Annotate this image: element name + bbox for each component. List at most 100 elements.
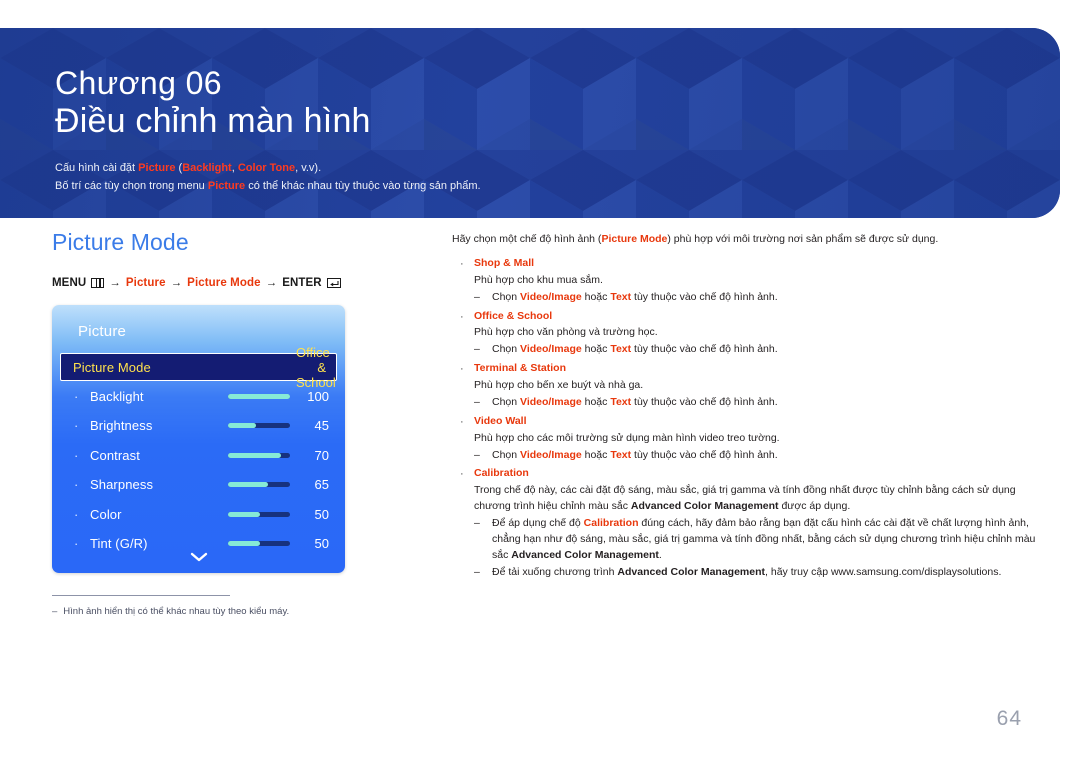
mode-subnote-text: Chọn Video/Image hoặc Text tùy thuộc vào… xyxy=(492,343,778,356)
dash-icon: ‒ xyxy=(474,517,480,530)
calibration-description: Trong chế độ này, các cài đặt độ sáng, m… xyxy=(474,484,1016,513)
footnote-divider xyxy=(52,595,230,597)
calibration-subnote-1-text: Để áp dụng chế độ Calibration đúng cách,… xyxy=(492,517,1036,561)
mode-block-video-wall: · Video Wall Phù hợp cho các môi trường … xyxy=(452,414,1052,464)
osd-row-sharpness[interactable]: · Sharpness 65 xyxy=(52,470,345,500)
mode-subnote: ‒ Chọn Video/Image hoặc Text tùy thuộc v… xyxy=(452,342,1052,358)
bullet-icon: · xyxy=(460,468,464,481)
dash-icon: ‒ xyxy=(474,395,480,408)
mode-heading-row: · Video Wall xyxy=(452,414,1052,431)
osd-row-label: Brightness xyxy=(90,418,153,434)
hl-picture-mode: Picture Mode xyxy=(601,233,668,245)
hl-text: Text xyxy=(610,448,632,461)
mode-subnote: ‒ Chọn Video/Image hoặc Text tùy thuộc v… xyxy=(452,290,1052,306)
hl-backlight: Backlight xyxy=(182,161,232,174)
enter-return-icon xyxy=(326,278,341,289)
osd-panel-title: Picture xyxy=(78,323,127,341)
bullet-icon: · xyxy=(460,310,464,323)
osd-bullet: · xyxy=(74,536,79,552)
breadcrumb-arrow-3: → xyxy=(265,277,278,290)
breadcrumb-item-picture[interactable]: Picture xyxy=(126,277,166,289)
breadcrumb-arrow-2: → xyxy=(170,277,183,290)
osd-row-color[interactable]: · Color 50 xyxy=(52,499,345,529)
breadcrumb-arrow-1: → xyxy=(109,277,121,290)
mode-heading-row: · Shop & Mall xyxy=(452,256,1052,273)
breadcrumb-enter-label: ENTER xyxy=(282,277,322,290)
mode-name: Terminal & Station xyxy=(474,362,566,375)
mode-subnote: ‒ Chọn Video/Image hoặc Text tùy thuộc v… xyxy=(452,448,1052,464)
chapter-label: Chương 06 xyxy=(55,65,222,101)
hl-text: Text xyxy=(610,395,632,408)
osd-row-backlight[interactable]: · Backlight 100 xyxy=(52,381,345,411)
chevron-down-icon xyxy=(190,553,207,562)
banner-subtitle: Cấu hình cài đặt Picture (Backlight, Col… xyxy=(55,159,481,195)
osd-bullet: · xyxy=(74,388,79,404)
right-column: Hãy chọn một chế độ hình ảnh (Picture Mo… xyxy=(452,232,1052,584)
footnote-label: Hình ảnh hiển thị có thể khác nhau tùy t… xyxy=(63,606,290,618)
page-title: Picture Mode xyxy=(52,229,189,255)
mode-name: Calibration xyxy=(474,467,529,480)
osd-slider-color[interactable] xyxy=(228,511,290,517)
osd-row-label: Picture Mode xyxy=(73,359,151,375)
page-number: 64 xyxy=(996,707,1022,730)
dash-icon: ‒ xyxy=(474,343,480,356)
osd-slider-sharpness[interactable] xyxy=(228,482,290,488)
dash-icon: ‒ xyxy=(474,565,480,578)
osd-row-value: 45 xyxy=(314,418,329,434)
osd-row-value: 50 xyxy=(314,536,329,552)
intro-paragraph: Hãy chọn một chế độ hình ảnh (Picture Mo… xyxy=(452,233,939,245)
osd-slider-backlight[interactable] xyxy=(228,393,290,399)
mode-description: Phù hợp cho khu mua sắm. xyxy=(474,273,603,286)
dash-icon: ‒ xyxy=(474,290,480,303)
osd-scroll-down[interactable] xyxy=(52,551,345,563)
acm-bold-3: Advanced Color Management xyxy=(617,565,766,578)
hl-text: Text xyxy=(610,343,632,356)
left-column: Picture Mode MENU → Picture → Picture Mo… xyxy=(52,229,407,620)
osd-slider-brightness[interactable] xyxy=(228,423,290,429)
mode-subnote: ‒ Chọn Video/Image hoặc Text tùy thuộc v… xyxy=(452,395,1052,411)
osd-row-label: Contrast xyxy=(90,447,140,463)
footnote-item: ‒ Hình ảnh hiển thị có thể khác nhau tùy… xyxy=(52,605,312,619)
bullet-icon: · xyxy=(460,415,464,428)
osd-bullet: · xyxy=(74,506,79,522)
hl-color-tone: Color Tone xyxy=(237,161,296,174)
osd-row-label: Tint (G/R) xyxy=(90,536,148,552)
hl-picture-2: Picture xyxy=(207,179,246,192)
osd-row-contrast[interactable]: · Contrast 70 xyxy=(52,440,345,470)
hl-text: Text xyxy=(610,290,632,303)
breadcrumb-item-picture-mode[interactable]: Picture Mode xyxy=(187,277,260,289)
mode-subnote-text: Chọn Video/Image hoặc Text tùy thuộc vào… xyxy=(492,448,778,461)
osd-row-list: Picture Mode Office & School · Backlight… xyxy=(52,345,345,558)
osd-slider-tint[interactable] xyxy=(228,541,290,547)
dash-icon: ‒ xyxy=(474,448,480,461)
mode-description: Phù hợp cho các môi trường sử dụng màn h… xyxy=(474,431,780,444)
menu-grid-icon xyxy=(91,278,105,289)
osd-row-value: 50 xyxy=(314,506,329,522)
hl-picture: Picture xyxy=(138,161,176,174)
osd-row-label: Sharpness xyxy=(90,477,154,493)
hl-video-image: Video/Image xyxy=(520,290,582,303)
acm-bold-2: Advanced Color Management xyxy=(511,548,659,561)
osd-row-picture-mode[interactable]: Picture Mode Office & School xyxy=(60,345,337,390)
mode-name: Shop & Mall xyxy=(474,256,535,269)
banner-subtitle-line1: Cấu hình cài đặt Picture (Backlight, Col… xyxy=(55,161,322,174)
osd-slider-contrast[interactable] xyxy=(228,452,290,458)
breadcrumb: MENU → Picture → Picture Mode → ENTER xyxy=(52,277,407,289)
footnote: ‒ Hình ảnh hiển thị có thể khác nhau tùy… xyxy=(52,595,312,619)
footnote-dash: ‒ xyxy=(52,606,58,618)
mode-block-shop-mall: · Shop & Mall Phù hợp cho khu mua sắm. ‒… xyxy=(452,256,1052,306)
osd-row-brightness[interactable]: · Brightness 45 xyxy=(52,411,345,441)
osd-bullet: · xyxy=(74,477,79,493)
mode-name: Office & School xyxy=(474,309,553,322)
osd-row-value: 65 xyxy=(314,477,329,493)
mode-block-office-school: · Office & School Phù hợp cho văn phòng … xyxy=(452,309,1052,359)
mode-block-calibration: · Calibration Trong chế độ này, các cài … xyxy=(452,466,1052,580)
hl-calibration: Calibration xyxy=(583,517,639,530)
osd-bullet: · xyxy=(74,418,79,434)
mode-heading-row: · Terminal & Station xyxy=(452,361,1052,378)
mode-heading-row: · Office & School xyxy=(452,309,1052,326)
mode-description: Phù hợp cho bến xe buýt và nhà ga. xyxy=(474,378,644,391)
osd-row-value: 70 xyxy=(314,447,329,463)
mode-name: Video Wall xyxy=(474,414,527,427)
osd-row-value: 100 xyxy=(307,388,329,404)
